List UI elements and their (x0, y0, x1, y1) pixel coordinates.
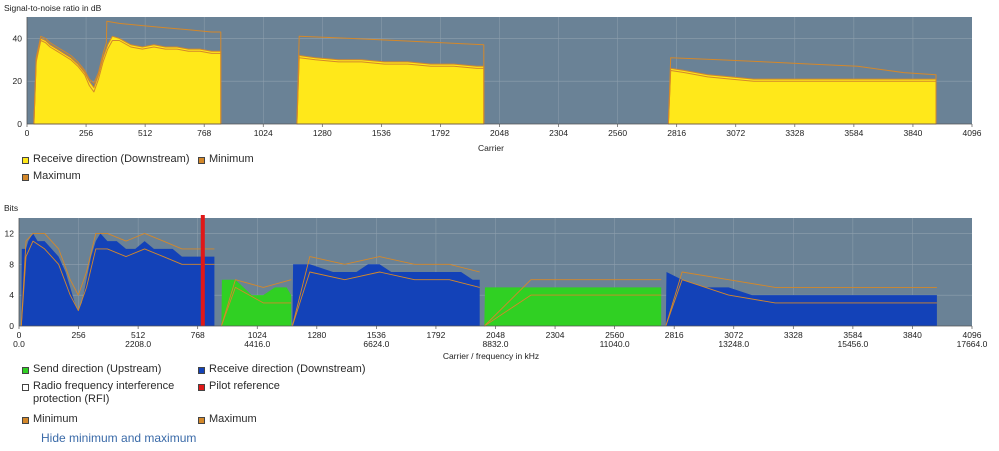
legend-label: Maximum (33, 170, 81, 182)
x-tick-label: 0 (25, 128, 30, 138)
y-tick-label: 4 (9, 290, 14, 300)
legend-label: Receive direction (Downstream) (33, 153, 190, 165)
x-tick-label: 1792 (426, 330, 445, 340)
x-khz-tick-label: 0.0 (13, 339, 25, 349)
x-khz-tick-label: 4416.0 (244, 339, 270, 349)
x-tick-label: 1792 (431, 128, 450, 138)
x-tick-label: 768 (191, 330, 205, 340)
upstream-swatch-icon (22, 367, 29, 374)
x-tick-label: 3072 (726, 128, 745, 138)
x-tick-label: 1280 (313, 128, 332, 138)
y-tick-label: 8 (9, 259, 14, 269)
legend-label: Pilot reference (209, 380, 280, 392)
legend-label: Minimum (33, 413, 78, 425)
downstream-swatch-icon (22, 157, 29, 164)
x-tick-label: 1024 (254, 128, 273, 138)
x-tick-label: 2048 (490, 128, 509, 138)
maximum-swatch-icon (198, 417, 205, 424)
bits-ylabel: Bits (4, 203, 18, 213)
x-khz-tick-label: 6624.0 (363, 339, 389, 349)
x-tick-label: 3840 (903, 330, 922, 340)
x-tick-label: 3584 (844, 128, 863, 138)
x-tick-label: 4096 (963, 128, 982, 138)
x-khz-tick-label: 15456.0 (838, 339, 869, 349)
x-tick-label: 512 (138, 128, 152, 138)
minimum-swatch-icon (198, 157, 205, 164)
x-khz-tick-label: 13248.0 (718, 339, 749, 349)
legend-item-upstream[interactable]: Send direction (Upstream) (22, 363, 161, 376)
x-tick-label: 256 (79, 128, 93, 138)
x-tick-label: 2560 (608, 128, 627, 138)
hide-minmax-link[interactable]: Hide minimum and maximum (41, 431, 196, 445)
legend-label: Receive direction (Downstream) (209, 363, 366, 375)
legend-item-minimum[interactable]: Minimum (198, 153, 254, 166)
legend-item-pilot[interactable]: Pilot reference (198, 380, 280, 393)
x-khz-tick-label: 11040.0 (600, 339, 630, 349)
minimum-swatch-icon (22, 417, 29, 424)
x-tick-label: 3840 (903, 128, 922, 138)
x-khz-tick-label: 8832.0 (483, 339, 509, 349)
x-tick-label: 2304 (546, 330, 565, 340)
x-tick-label: 3328 (785, 128, 804, 138)
y-tick-label: 12 (5, 228, 15, 238)
x-tick-label: 2304 (549, 128, 568, 138)
x-tick-label: 768 (197, 128, 211, 138)
x-khz-tick-label: 17664.0 (957, 339, 988, 349)
rfi-swatch-icon (22, 384, 29, 391)
maximum-swatch-icon (22, 174, 29, 181)
downstream-swatch-icon (198, 367, 205, 374)
legend-item-maximum[interactable]: Maximum (22, 170, 81, 183)
legend-item-maximum[interactable]: Maximum (198, 413, 257, 426)
snr-xlabel: Carrier (478, 143, 504, 153)
y-tick-label: 0 (17, 119, 22, 129)
x-tick-label: 2816 (665, 330, 684, 340)
pilot-reference-marker (200, 215, 205, 326)
x-tick-label: 1536 (372, 128, 391, 138)
bits-plot: 048120 256 512 768 1024 1280 1536 1792 2048 2304 2… (5, 215, 988, 349)
legend-item-rfi[interactable]: Radio frequency interference protection … (22, 380, 208, 406)
x-khz-tick-label: 2208.0 (125, 339, 151, 349)
pilot-swatch-icon (198, 384, 205, 391)
legend-item-downstream-bits[interactable]: Receive direction (Downstream) (198, 363, 366, 376)
x-tick-label: 256 (71, 330, 85, 340)
x-tick-label: 3328 (784, 330, 803, 340)
bits-xlabel: Carrier / frequency in kHz (443, 351, 539, 361)
legend-label: Minimum (209, 153, 254, 165)
legend-label: Radio frequency interference protection … (33, 380, 175, 405)
legend-item-downstream-snr[interactable]: Receive direction (Downstream) (22, 153, 190, 166)
y-tick-label: 0 (9, 321, 14, 331)
series-area (296, 55, 485, 125)
x-tick-label: 2816 (667, 128, 686, 138)
snr-plot: 0 20 40 0 256 512 768 1024 1280 1536 1792 2048 2304 2… (13, 17, 982, 138)
y-tick-label: 40 (13, 33, 23, 43)
y-tick-label: 20 (13, 76, 23, 86)
legend-item-minimum[interactable]: Minimum (22, 413, 78, 426)
legend-label: Maximum (209, 413, 257, 425)
series-area (484, 287, 662, 326)
x-tick-label: 1280 (307, 330, 326, 340)
snr-ylabel: Signal-to-noise ratio in dB (4, 3, 102, 13)
legend-label: Send direction (Upstream) (33, 363, 162, 375)
